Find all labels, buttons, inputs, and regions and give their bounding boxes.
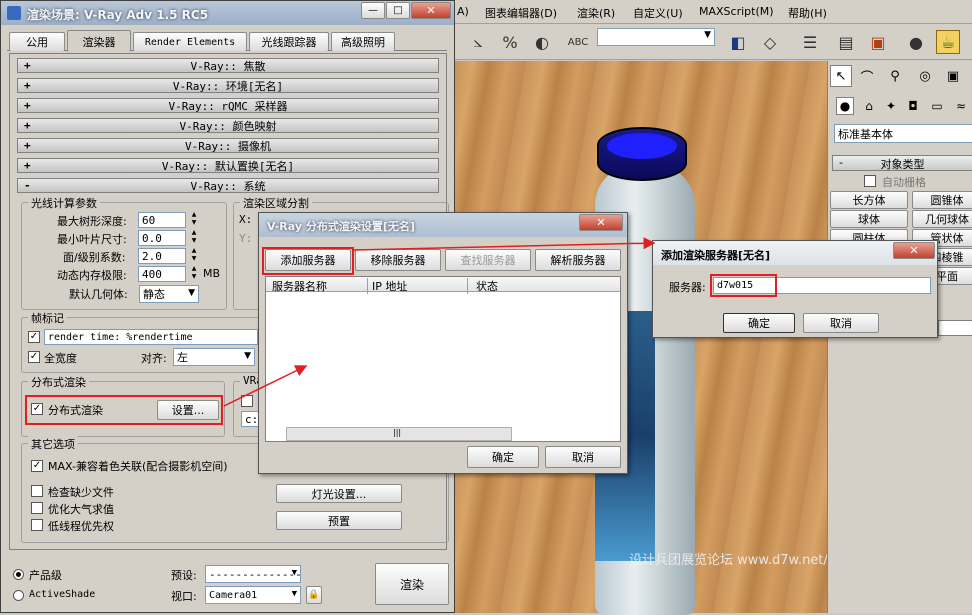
- annotation-arrows: [223, 237, 656, 407]
- arrow-to-add-dialog: [353, 237, 656, 251]
- arrow-to-dist-dialog: [223, 365, 308, 407]
